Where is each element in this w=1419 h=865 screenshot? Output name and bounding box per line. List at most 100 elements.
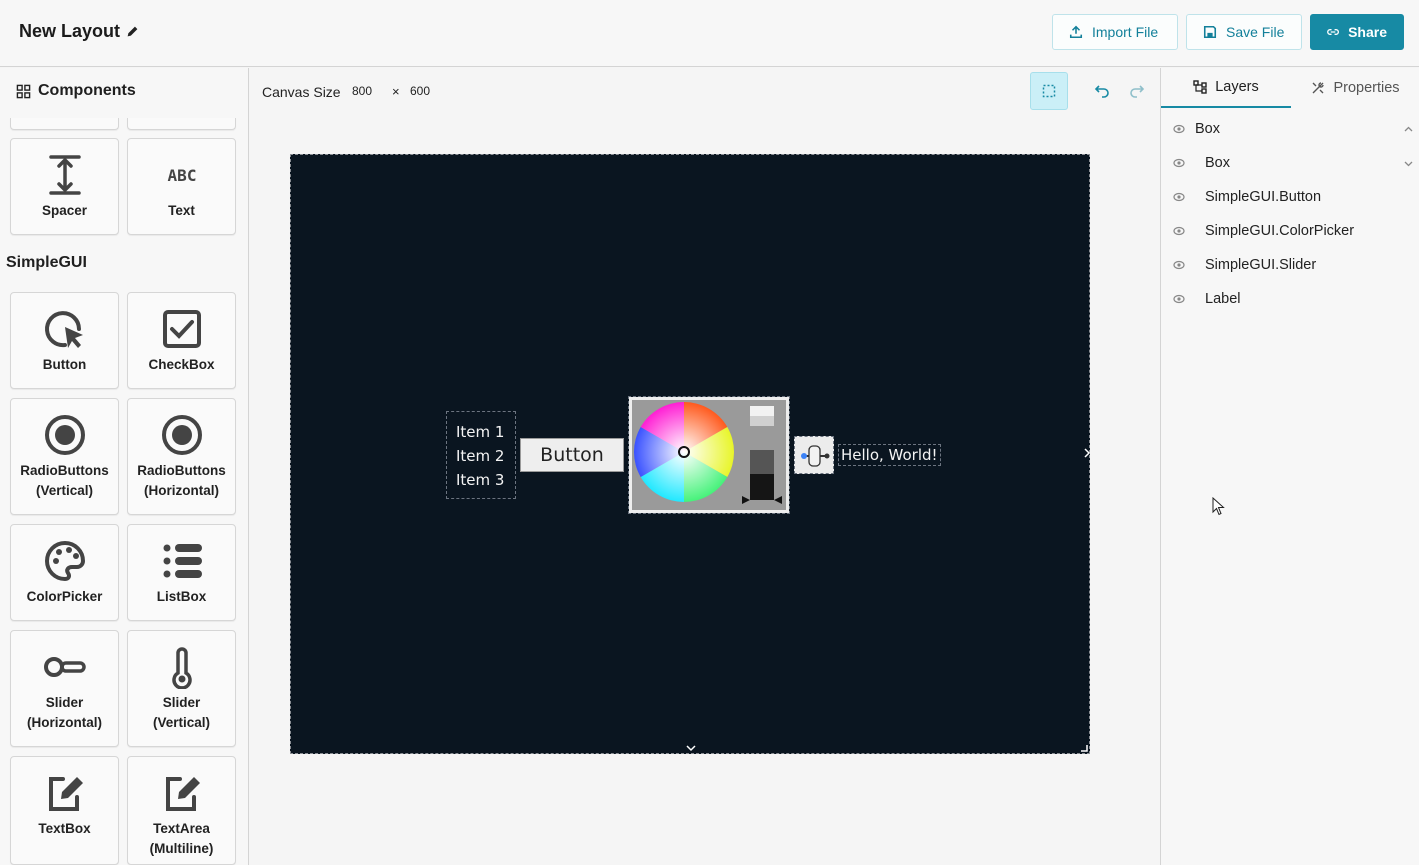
chevron-down-icon[interactable] bbox=[685, 743, 697, 753]
layout-title[interactable]: New Layout bbox=[19, 21, 139, 42]
layers-panel: Layers Properties Box Box SimpleGUI.Butt… bbox=[1160, 68, 1419, 865]
eye-icon[interactable] bbox=[1173, 293, 1185, 305]
layer-item[interactable]: Box bbox=[1161, 112, 1419, 146]
checkbox-icon bbox=[160, 307, 204, 351]
component-label: Slider (Horizontal) bbox=[27, 695, 102, 730]
layer-item[interactable]: SimpleGUI.Button bbox=[1161, 180, 1419, 214]
component-slider-horizontal[interactable]: Slider (Horizontal) bbox=[10, 630, 119, 747]
canvas-listbox[interactable]: Item 1 Item 2 Item 3 bbox=[446, 411, 516, 499]
layer-item[interactable]: Box bbox=[1161, 146, 1419, 180]
canvas-height-input[interactable]: 600 bbox=[410, 84, 430, 98]
component-checkbox[interactable]: CheckBox bbox=[127, 292, 236, 389]
canvas-button[interactable]: Button bbox=[520, 438, 624, 472]
component-tile-hidden[interactable] bbox=[10, 118, 119, 130]
component-label: Text bbox=[168, 203, 195, 218]
brightness-bar[interactable] bbox=[742, 406, 782, 504]
share-label: Share bbox=[1348, 24, 1387, 40]
layer-name: SimpleGUI.Button bbox=[1205, 189, 1322, 205]
svg-text:ABC: ABC bbox=[167, 166, 196, 185]
component-label: RadioButtons (Horizontal) bbox=[137, 463, 226, 498]
component-listbox[interactable]: ListBox bbox=[127, 524, 236, 621]
component-text[interactable]: ABC Text bbox=[127, 138, 236, 235]
layer-name: Label bbox=[1205, 291, 1241, 307]
pencil-icon[interactable] bbox=[126, 25, 139, 38]
canvas-label[interactable]: Hello, World! bbox=[838, 444, 941, 466]
color-wheel[interactable] bbox=[634, 402, 734, 502]
canvas-colorpicker[interactable] bbox=[628, 396, 790, 514]
save-file-button[interactable]: Save File bbox=[1186, 14, 1302, 50]
components-heading-text: Components bbox=[38, 82, 136, 99]
chevron-right-icon[interactable] bbox=[1083, 447, 1091, 459]
upload-icon bbox=[1069, 25, 1083, 39]
save-file-label: Save File bbox=[1226, 24, 1285, 40]
layout-title-text: New Layout bbox=[19, 21, 121, 41]
component-label: ListBox bbox=[156, 589, 207, 604]
component-label: Spacer bbox=[41, 203, 88, 218]
thermometer-icon bbox=[160, 645, 204, 689]
eye-icon[interactable] bbox=[1173, 259, 1185, 271]
spacer-icon bbox=[43, 153, 87, 197]
layer-name: SimpleGUI.Slider bbox=[1205, 257, 1317, 273]
chevron-up-icon[interactable] bbox=[1403, 124, 1414, 135]
tools-icon bbox=[1312, 82, 1325, 94]
component-label: Slider (Vertical) bbox=[152, 695, 211, 730]
list-item[interactable]: Item 2 bbox=[456, 444, 506, 468]
layer-name: Box bbox=[1205, 155, 1230, 171]
tab-properties[interactable]: Properties bbox=[1291, 68, 1419, 108]
canvas-size-times: × bbox=[392, 84, 400, 99]
component-label: Button bbox=[42, 357, 87, 372]
canvas-width-input[interactable]: 800 bbox=[352, 84, 372, 98]
canvas-workspace: Canvas Size 800 × 600 Item 1 Item 2 Item… bbox=[250, 68, 1160, 865]
import-file-label: Import File bbox=[1092, 24, 1159, 40]
cursor-click-icon bbox=[43, 307, 87, 351]
component-slider-vertical[interactable]: Slider (Vertical) bbox=[127, 630, 236, 747]
component-colorpicker[interactable]: ColorPicker bbox=[10, 524, 119, 621]
mouse-pointer-icon bbox=[1212, 497, 1225, 516]
design-canvas[interactable]: Item 1 Item 2 Item 3 Button Hello, World… bbox=[290, 154, 1091, 754]
component-button[interactable]: Button bbox=[10, 292, 119, 389]
components-heading: Components bbox=[16, 82, 136, 100]
edit-box-icon bbox=[160, 771, 204, 815]
component-radio-vertical[interactable]: RadioButtons (Vertical) bbox=[10, 398, 119, 515]
list-item[interactable]: Item 1 bbox=[456, 420, 506, 444]
list-item[interactable]: Item 3 bbox=[456, 468, 506, 492]
selection-box-icon bbox=[1042, 84, 1056, 98]
layer-name: Box bbox=[1195, 121, 1220, 137]
select-tool-button[interactable] bbox=[1030, 72, 1068, 110]
canvas-slider[interactable] bbox=[794, 436, 834, 474]
layer-name: SimpleGUI.ColorPicker bbox=[1205, 223, 1355, 239]
layer-item[interactable]: SimpleGUI.Slider bbox=[1161, 248, 1419, 282]
eye-icon[interactable] bbox=[1173, 191, 1185, 203]
resize-handle-icon[interactable] bbox=[1080, 744, 1088, 752]
link-icon bbox=[1327, 29, 1339, 35]
chevron-down-icon[interactable] bbox=[1403, 158, 1414, 169]
share-button[interactable]: Share bbox=[1310, 14, 1404, 50]
component-spacer[interactable]: Spacer bbox=[10, 138, 119, 235]
component-label: TextArea (Multiline) bbox=[149, 821, 214, 856]
floppy-icon bbox=[1203, 25, 1217, 39]
components-sidebar: Components Spacer ABC Text SimpleGUI But… bbox=[0, 68, 249, 865]
component-radio-horizontal[interactable]: RadioButtons (Horizontal) bbox=[127, 398, 236, 515]
palette-icon bbox=[43, 539, 87, 583]
slider-horizontal-icon bbox=[43, 645, 87, 689]
grid-icon bbox=[16, 84, 31, 98]
component-tile-hidden[interactable] bbox=[127, 118, 236, 130]
layer-item[interactable]: SimpleGUI.ColorPicker bbox=[1161, 214, 1419, 248]
canvas-size-label: Canvas Size bbox=[262, 84, 341, 100]
component-label: TextBox bbox=[38, 821, 91, 836]
abc-text-icon: ABC bbox=[160, 153, 204, 197]
top-bar: New Layout Import File Save File Share bbox=[0, 0, 1419, 67]
layer-item[interactable]: Label bbox=[1161, 282, 1419, 316]
eye-icon[interactable] bbox=[1173, 225, 1185, 237]
import-file-button[interactable]: Import File bbox=[1052, 14, 1178, 50]
undo-icon[interactable] bbox=[1094, 82, 1110, 98]
component-label: ColorPicker bbox=[26, 589, 103, 604]
tab-layers[interactable]: Layers bbox=[1161, 68, 1291, 108]
eye-icon[interactable] bbox=[1173, 157, 1185, 169]
eye-icon[interactable] bbox=[1173, 123, 1185, 135]
tab-properties-label: Properties bbox=[1333, 80, 1400, 96]
component-textbox[interactable]: TextBox bbox=[10, 756, 119, 865]
tab-layers-label: Layers bbox=[1215, 79, 1259, 95]
component-textarea[interactable]: TextArea (Multiline) bbox=[127, 756, 236, 865]
redo-icon[interactable] bbox=[1129, 82, 1145, 98]
